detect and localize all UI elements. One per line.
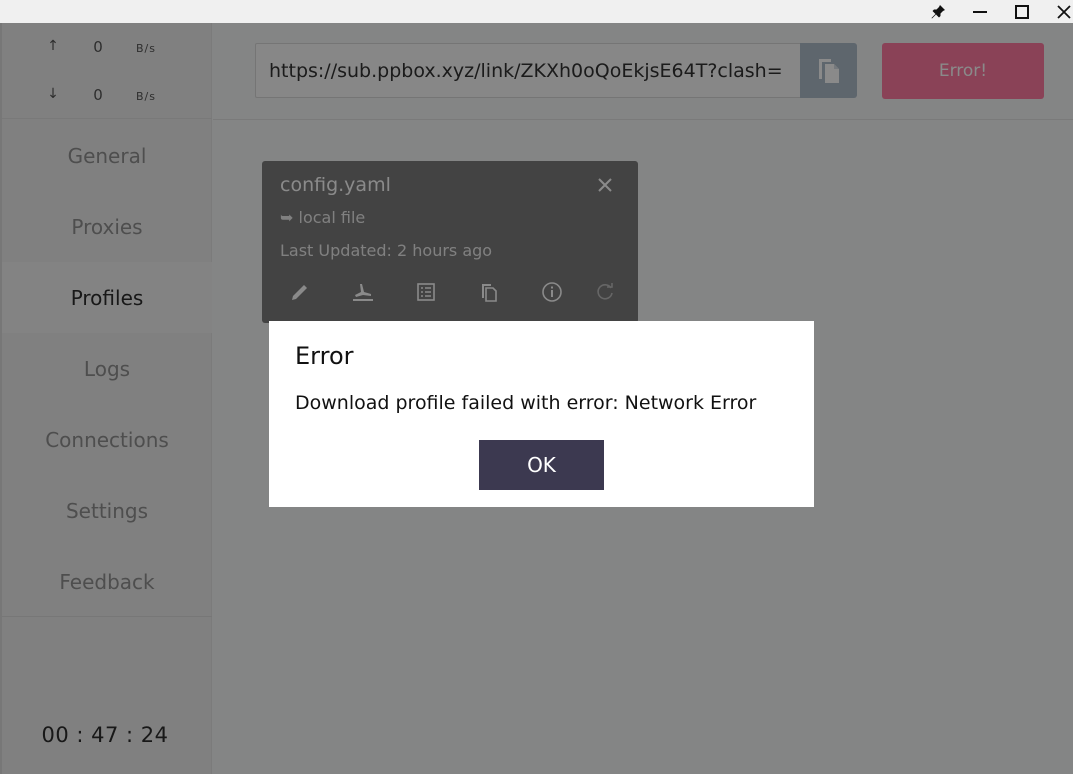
maximize-icon[interactable]	[1007, 0, 1037, 23]
dialog-message: Download profile failed with error: Netw…	[295, 392, 757, 414]
ok-button[interactable]: OK	[479, 440, 604, 490]
close-icon[interactable]	[1049, 0, 1073, 23]
pin-icon[interactable]	[923, 0, 953, 23]
dialog-title: Error	[295, 342, 354, 370]
minimize-icon[interactable]	[965, 0, 995, 23]
error-dialog: Error Download profile failed with error…	[269, 321, 814, 507]
window-titlebar	[0, 0, 1073, 23]
